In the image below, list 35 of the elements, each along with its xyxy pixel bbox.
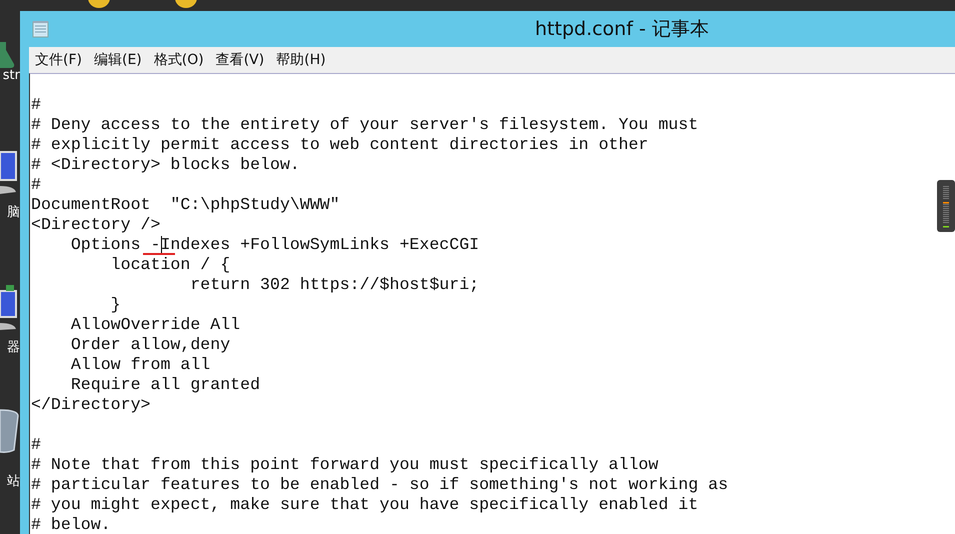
code-line: # <Directory> blocks below. bbox=[30, 155, 300, 175]
icon-label: 器 bbox=[7, 339, 20, 356]
notepad-icon bbox=[32, 20, 50, 38]
code-line: # bbox=[30, 435, 41, 455]
code-line: AllowOverride All bbox=[70, 315, 240, 335]
level-meter-drawing bbox=[937, 180, 955, 232]
menu-item[interactable]: 文件(F) bbox=[29, 51, 88, 69]
code-line: # explicitly permit access to web content directories in other bbox=[30, 135, 648, 155]
icon-label: 站 bbox=[7, 473, 20, 490]
code-line: # you might expect, make sure that you have specifically enabled it bbox=[30, 495, 698, 515]
code-line: # bbox=[30, 95, 41, 115]
code-line: DocumentRoot "C:\phpStudy\WWW" bbox=[30, 195, 340, 215]
code-line: Allow from all bbox=[70, 355, 210, 375]
code-line: return 302 https://$host$uri; bbox=[189, 275, 480, 295]
code-line: Require all granted bbox=[70, 375, 260, 395]
menu-item[interactable]: 格式(O) bbox=[148, 51, 210, 69]
recycle-bin-icon[interactable] bbox=[0, 408, 20, 453]
code-line: # below. bbox=[30, 515, 111, 534]
code-line: location / { bbox=[110, 255, 230, 275]
code-line: } bbox=[110, 295, 121, 315]
code-line: <Directory /> bbox=[30, 215, 160, 235]
menu-item[interactable]: 帮助(H) bbox=[270, 51, 332, 69]
icon-label: 脑 bbox=[7, 204, 20, 221]
code-line: # Deny access to the entirety of your server's filesystem. You must bbox=[30, 115, 698, 135]
monitor-icon[interactable] bbox=[0, 285, 20, 330]
code-line: # bbox=[30, 175, 41, 195]
menu-item[interactable]: 查看(V) bbox=[210, 51, 270, 69]
icon-label: str bbox=[2, 68, 20, 83]
window-title: httpd.conf - 记事本 bbox=[535, 17, 709, 42]
code-line: </Directory> bbox=[30, 395, 150, 415]
code-line: # Note that from this point forward you must specifically allow bbox=[30, 455, 658, 475]
menu-item[interactable]: 编辑(E) bbox=[88, 51, 148, 69]
monitor-icon[interactable] bbox=[0, 150, 20, 195]
code-line: # particular features to be enabled - so if something's not working as bbox=[30, 475, 728, 495]
code-line: Order allow,deny bbox=[70, 335, 230, 355]
